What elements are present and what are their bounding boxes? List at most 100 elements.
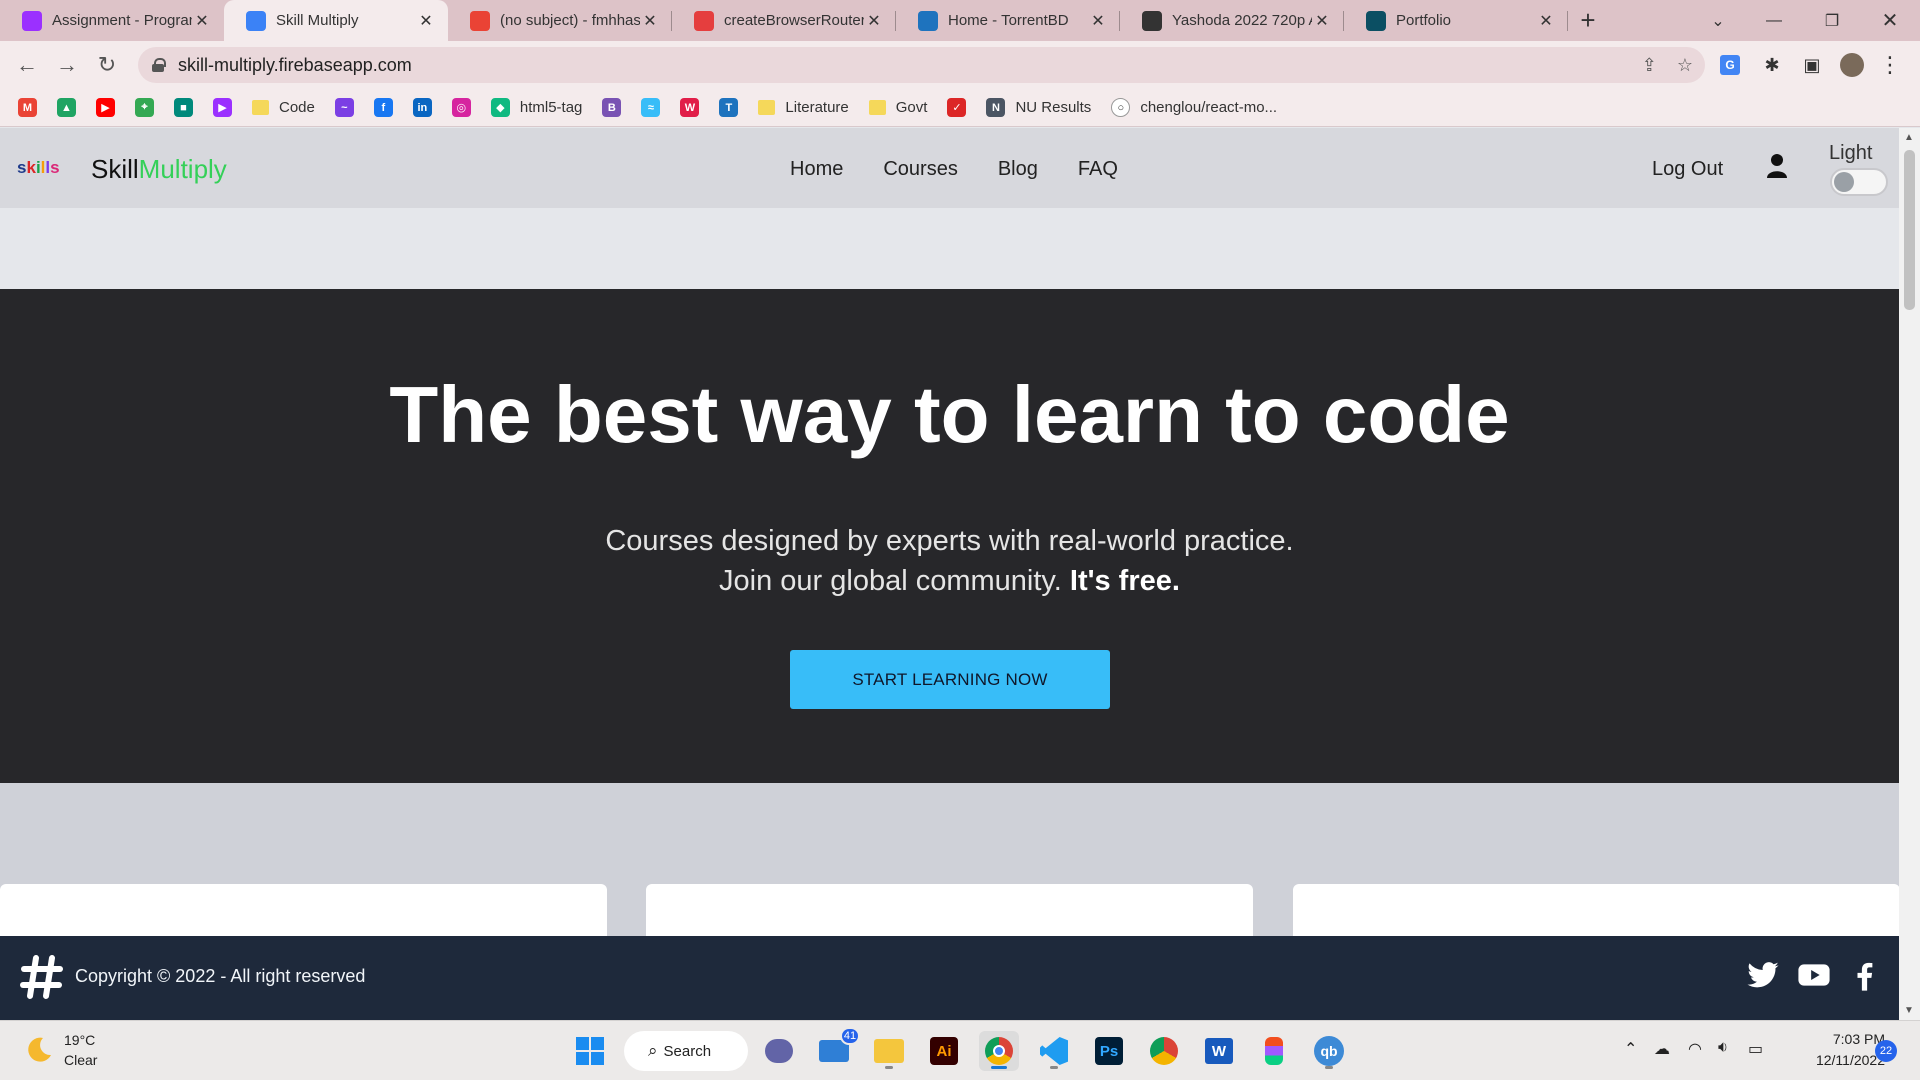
theme-toggle[interactable] (1830, 168, 1888, 196)
programming-hero-icon: ▶ (213, 98, 232, 117)
youtube-icon[interactable] (1797, 958, 1831, 992)
side-panel-icon[interactable]: ▣ (1792, 41, 1832, 89)
minimize-icon[interactable]: — (1750, 0, 1798, 41)
twitter-icon[interactable] (1746, 958, 1780, 992)
bookmark-item[interactable]: Code (252, 99, 315, 116)
chrome-profile-app[interactable] (1144, 1031, 1184, 1071)
restore-icon[interactable]: ❐ (1808, 0, 1856, 41)
qbittorrent-app[interactable]: qb (1309, 1031, 1349, 1071)
bookmark-item[interactable]: ⌖ (135, 98, 154, 117)
tab-6[interactable]: Portfolio ✕ (1344, 0, 1568, 41)
bookmark-item[interactable]: B (602, 98, 622, 117)
tab-4[interactable]: Home - TorrentBD ✕ (896, 0, 1120, 41)
tab-0[interactable]: Assignment - Progran ✕ (0, 0, 224, 41)
bookmark-item[interactable]: in (412, 98, 432, 117)
logout-link[interactable]: Log Out (1652, 158, 1723, 181)
new-tab-icon[interactable]: + (1568, 0, 1608, 41)
bookmark-item[interactable]: T (719, 98, 739, 117)
nav-faq[interactable]: FAQ (1078, 158, 1118, 181)
bookmark-item[interactable]: W (680, 98, 700, 117)
page-scrollbar[interactable]: ▲ ▼ (1899, 128, 1920, 1020)
close-tab-icon[interactable]: ✕ (416, 11, 436, 31)
tab-search-icon[interactable]: ⌄ (1694, 0, 1742, 41)
bookmark-item[interactable]: N NU Results (986, 98, 1091, 117)
nav-courses[interactable]: Courses (883, 158, 957, 181)
bookmark-item[interactable]: ▶ (213, 98, 232, 117)
photoshop-app[interactable]: Ps (1089, 1031, 1129, 1071)
tab-1[interactable]: Skill Multiply ✕ (224, 0, 448, 41)
teams-chat-app[interactable] (759, 1031, 799, 1071)
figma-app[interactable] (1254, 1031, 1294, 1071)
weather-description[interactable]: Clear (64, 1052, 97, 1068)
facebook-icon[interactable] (1848, 958, 1882, 992)
vscode-app[interactable] (1034, 1031, 1074, 1071)
bookmark-item[interactable]: ~ (334, 98, 354, 117)
bookmark-item[interactable]: ▶ (96, 98, 115, 117)
bookmark-item[interactable]: ◎ (451, 98, 471, 117)
start-button[interactable] (570, 1031, 610, 1071)
site-logo[interactable]: skills (17, 158, 60, 178)
wifi-icon[interactable]: ◠ (1688, 1039, 1702, 1059)
volume-icon[interactable]: 🔉︎ (1718, 1039, 1728, 1057)
globe-icon (1142, 10, 1162, 31)
drive-icon: ▲ (57, 98, 76, 117)
bookmark-item[interactable]: Govt (868, 99, 927, 116)
bookmark-item[interactable]: ✓ (947, 98, 967, 117)
scroll-up-arrow-icon[interactable]: ▲ (1904, 132, 1914, 143)
scroll-down-arrow-icon[interactable]: ▼ (1904, 1005, 1914, 1016)
bookmark-star-icon[interactable]: ☆ (1677, 55, 1693, 76)
bookmark-item[interactable]: f (373, 98, 393, 117)
figma-icon (1265, 1037, 1283, 1065)
battery-icon[interactable]: ▭ (1748, 1039, 1763, 1059)
mail-app[interactable]: 41 (814, 1027, 860, 1071)
file-explorer-app[interactable] (869, 1031, 909, 1071)
moon-icon[interactable] (24, 1035, 54, 1065)
extensions-icon[interactable]: ✱ (1752, 41, 1792, 89)
close-tab-icon[interactable]: ✕ (640, 11, 660, 31)
show-hidden-icons-icon[interactable]: ⌃ (1624, 1039, 1637, 1059)
nav-home[interactable]: Home (790, 158, 843, 181)
user-icon[interactable] (1766, 153, 1788, 179)
clock-date[interactable]: 12/11/2022 (1790, 1052, 1885, 1068)
taskbar-search[interactable]: ⌕ Search (624, 1031, 748, 1071)
chrome-app[interactable] (979, 1031, 1019, 1071)
bookmark-item[interactable]: ▲ (57, 98, 76, 117)
forward-icon[interactable]: → (47, 45, 87, 85)
bookmark-item[interactable]: ≈ (641, 98, 661, 117)
bookmark-item[interactable]: Literature (758, 99, 849, 116)
illustrator-icon: Ai (930, 1037, 958, 1065)
clock-time[interactable]: 7:03 PM (1805, 1031, 1885, 1047)
back-icon[interactable]: ← (7, 45, 47, 85)
reload-icon[interactable]: ↻ (87, 45, 127, 85)
chrome-menu-icon[interactable]: ⋮ (1870, 41, 1910, 89)
close-tab-icon[interactable]: ✕ (864, 11, 884, 31)
profile-avatar[interactable] (1832, 41, 1872, 89)
tab-3[interactable]: createBrowserRouter ✕ (672, 0, 896, 41)
weather-temperature[interactable]: 19°C (64, 1032, 95, 1048)
site-brand[interactable]: SkillMultiply (91, 154, 227, 185)
lock-icon[interactable] (152, 58, 166, 72)
translate-extension-icon[interactable]: G (1710, 41, 1750, 89)
bookmark-item[interactable]: ○ chenglou/react-mo... (1111, 98, 1277, 117)
bookmark-item[interactable]: ◆ html5-tag (490, 98, 582, 117)
bookmark-item[interactable]: M (18, 98, 37, 117)
bookmark-label: chenglou/react-mo... (1140, 99, 1278, 116)
nav-blog[interactable]: Blog (998, 158, 1038, 181)
scrollbar-thumb[interactable] (1904, 150, 1915, 310)
logo-letter: k (26, 158, 36, 177)
word-app[interactable]: W (1199, 1031, 1239, 1071)
close-tab-icon[interactable]: ✕ (1536, 11, 1556, 31)
illustrator-app[interactable]: Ai (924, 1031, 964, 1071)
tab-5[interactable]: Yashoda 2022 720p A ✕ (1120, 0, 1344, 41)
close-window-icon[interactable]: ✕ (1866, 0, 1914, 41)
close-tab-icon[interactable]: ✕ (1088, 11, 1108, 31)
address-bar[interactable]: skill-multiply.firebaseapp.com ⇪ ☆ (138, 47, 1705, 83)
notification-badge[interactable]: 22 (1875, 1040, 1897, 1062)
close-tab-icon[interactable]: ✕ (192, 11, 212, 31)
bookmark-item[interactable]: ■ (174, 98, 193, 117)
tab-2[interactable]: (no subject) - fmhhas ✕ (448, 0, 672, 41)
onedrive-warning-icon[interactable]: ☁ (1654, 1039, 1670, 1059)
close-tab-icon[interactable]: ✕ (1312, 11, 1332, 31)
start-learning-button[interactable]: START LEARNING NOW (790, 650, 1110, 709)
share-icon[interactable]: ⇪ (1642, 55, 1657, 76)
